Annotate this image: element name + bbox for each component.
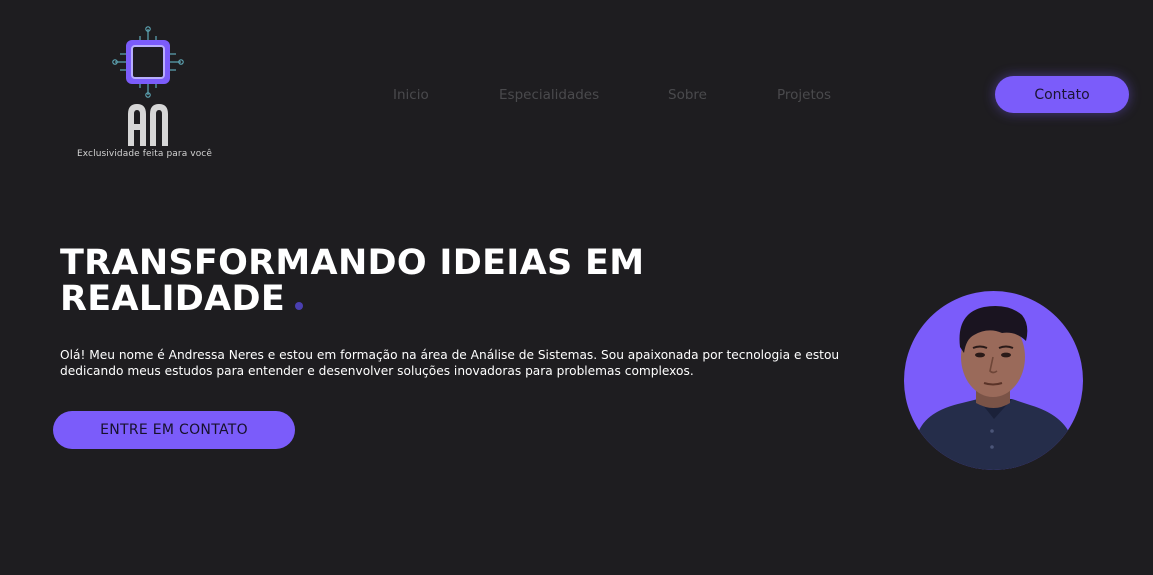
main-nav: Inicio Especialidades Sobre Projetos	[0, 87, 1153, 105]
contact-button[interactable]: Contato	[995, 76, 1129, 113]
hero-title-line1: TRANSFORMANDO IDEIAS EM	[60, 243, 645, 283]
profile-avatar	[904, 291, 1083, 470]
get-in-touch-button[interactable]: ENTRE EM CONTATO	[53, 411, 295, 449]
nav-link-sobre[interactable]: Sobre	[668, 87, 707, 103]
hero-title-line2: REALIDADE	[60, 279, 286, 319]
nav-link-inicio[interactable]: Inicio	[393, 87, 429, 103]
nav-link-especialidades[interactable]: Especialidades	[499, 87, 599, 103]
hero-description: Olá! Meu nome é Andressa Neres e estou e…	[60, 348, 840, 378]
landing-page: Exclusividade feita para você Inicio Esp…	[0, 0, 1153, 575]
hero-title-line2-wrap: REALIDADE	[60, 281, 644, 317]
nav-link-projetos[interactable]: Projetos	[777, 87, 831, 103]
an-monogram-icon	[128, 104, 168, 146]
brand-tagline: Exclusividade feita para você	[77, 149, 212, 159]
hero-title: TRANSFORMANDO IDEIAS EM REALIDADE	[60, 245, 644, 317]
title-dot-accent	[295, 302, 304, 310]
profile-photo-icon	[914, 306, 1074, 470]
